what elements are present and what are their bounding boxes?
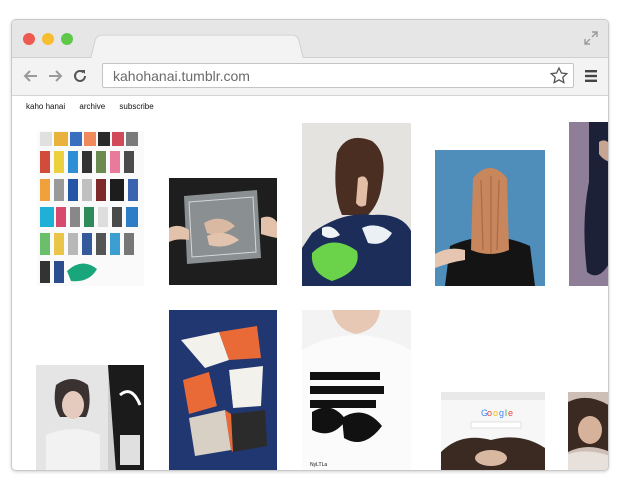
svg-text:g: g — [499, 408, 504, 418]
browser-toolbar: kahohanai.tumblr.com — [12, 58, 608, 96]
hair-face-image — [435, 150, 545, 286]
minimize-window-button[interactable] — [42, 33, 54, 45]
star-icon[interactable] — [549, 66, 569, 86]
maximize-window-button[interactable] — [61, 33, 73, 45]
title-bar — [12, 20, 608, 59]
nav-archive-link[interactable]: archive — [79, 102, 105, 111]
site-nav: kaho hanai archive subscribe — [26, 102, 166, 111]
geometric-collage-image — [169, 310, 277, 470]
fashion-lineup-image — [40, 132, 138, 283]
reload-icon[interactable] — [71, 67, 89, 85]
hamburger-menu-icon[interactable] — [584, 69, 598, 83]
gallery-item-portrait-magazine[interactable] — [36, 365, 144, 470]
clear-bag-image — [169, 178, 277, 285]
gallery-item-fashion-lineup[interactable] — [37, 131, 144, 286]
partial-figure-image — [569, 122, 608, 286]
gallery-item-google-hair[interactable]: G o o g l e — [441, 392, 545, 470]
google-hair-image: G o o g l e — [441, 392, 545, 470]
page-content: kaho hanai archive subscribe NyLTLa G o … — [12, 96, 608, 470]
partial-portrait-image — [568, 392, 608, 470]
gallery-item-clear-bag[interactable] — [169, 178, 277, 285]
svg-text:l: l — [505, 408, 507, 418]
address-bar[interactable]: kahohanai.tumblr.com — [102, 63, 574, 88]
gallery-item-hair-face[interactable] — [435, 150, 545, 286]
gallery-item-graphic-tshirt[interactable]: NyLTLa — [302, 310, 411, 470]
graphic-tshirt-image: NyLTLa — [302, 310, 411, 470]
forward-arrow-icon[interactable] — [46, 67, 64, 85]
portrait-magazine-image — [36, 365, 144, 470]
gallery-item-painted-jacket[interactable] — [302, 123, 411, 286]
svg-text:e: e — [508, 408, 513, 418]
nav-home-link[interactable]: kaho hanai — [26, 102, 65, 111]
nav-subscribe-link[interactable]: subscribe — [119, 102, 153, 111]
gallery-item-geometric-collage[interactable] — [169, 310, 277, 470]
gallery-item-partial-portrait[interactable] — [568, 392, 608, 470]
tshirt-print-text: NyLTLa — [310, 462, 327, 468]
svg-text:o: o — [487, 408, 492, 418]
gallery-item-partial-figure[interactable] — [569, 122, 608, 286]
back-arrow-icon[interactable] — [22, 67, 40, 85]
url-text: kahohanai.tumblr.com — [113, 68, 250, 84]
browser-window: kahohanai.tumblr.com kaho hanai archive … — [11, 19, 609, 471]
svg-text:o: o — [493, 408, 498, 418]
fullscreen-icon[interactable] — [584, 31, 598, 45]
close-window-button[interactable] — [23, 33, 35, 45]
browser-tab[interactable] — [90, 34, 304, 59]
painted-jacket-image — [302, 123, 411, 286]
